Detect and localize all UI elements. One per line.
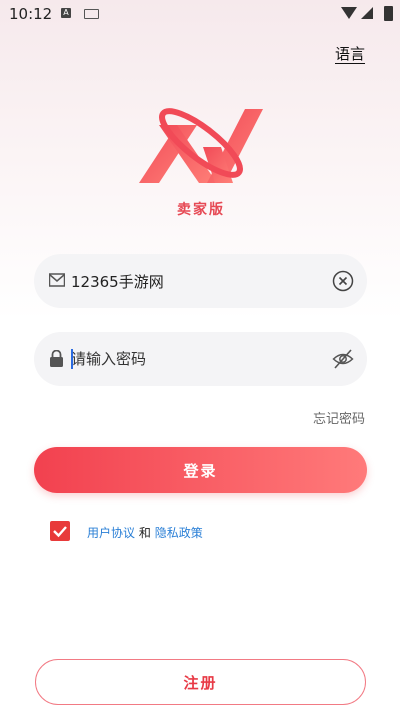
login-button[interactable]: 登录 bbox=[34, 447, 367, 493]
agreement-checkbox[interactable] bbox=[50, 521, 70, 541]
text-cursor bbox=[71, 349, 73, 369]
privacy-policy-link[interactable]: 隐私政策 bbox=[155, 526, 203, 540]
battery-icon bbox=[384, 6, 393, 21]
clear-icon[interactable] bbox=[332, 270, 354, 292]
agreement-text: 用户协议 和 隐私政策 bbox=[87, 524, 203, 541]
notification-a-icon: A bbox=[61, 8, 71, 18]
checkmark-icon bbox=[53, 526, 67, 538]
language-link[interactable]: 语言 bbox=[335, 43, 365, 64]
status-bar: 10:12 A bbox=[0, 0, 400, 28]
wifi-icon bbox=[341, 7, 357, 19]
logo-subtitle: 卖家版 bbox=[177, 202, 225, 218]
lock-icon bbox=[50, 350, 63, 367]
username-input[interactable] bbox=[71, 268, 321, 294]
password-input[interactable] bbox=[71, 346, 321, 372]
keyboard-icon bbox=[84, 9, 99, 19]
forgot-password-link[interactable]: 忘记密码 bbox=[313, 408, 365, 427]
username-field[interactable] bbox=[34, 254, 367, 308]
register-button[interactable]: 注册 bbox=[35, 659, 366, 705]
envelope-icon bbox=[49, 273, 65, 287]
signal-icon bbox=[361, 7, 373, 19]
password-field[interactable] bbox=[34, 332, 367, 386]
agreement-and-text: 和 bbox=[138, 526, 151, 540]
eye-hidden-icon[interactable] bbox=[332, 348, 354, 370]
user-agreement-link[interactable]: 用户协议 bbox=[87, 526, 135, 540]
status-time: 10:12 bbox=[9, 5, 53, 23]
app-logo-icon bbox=[139, 108, 263, 183]
